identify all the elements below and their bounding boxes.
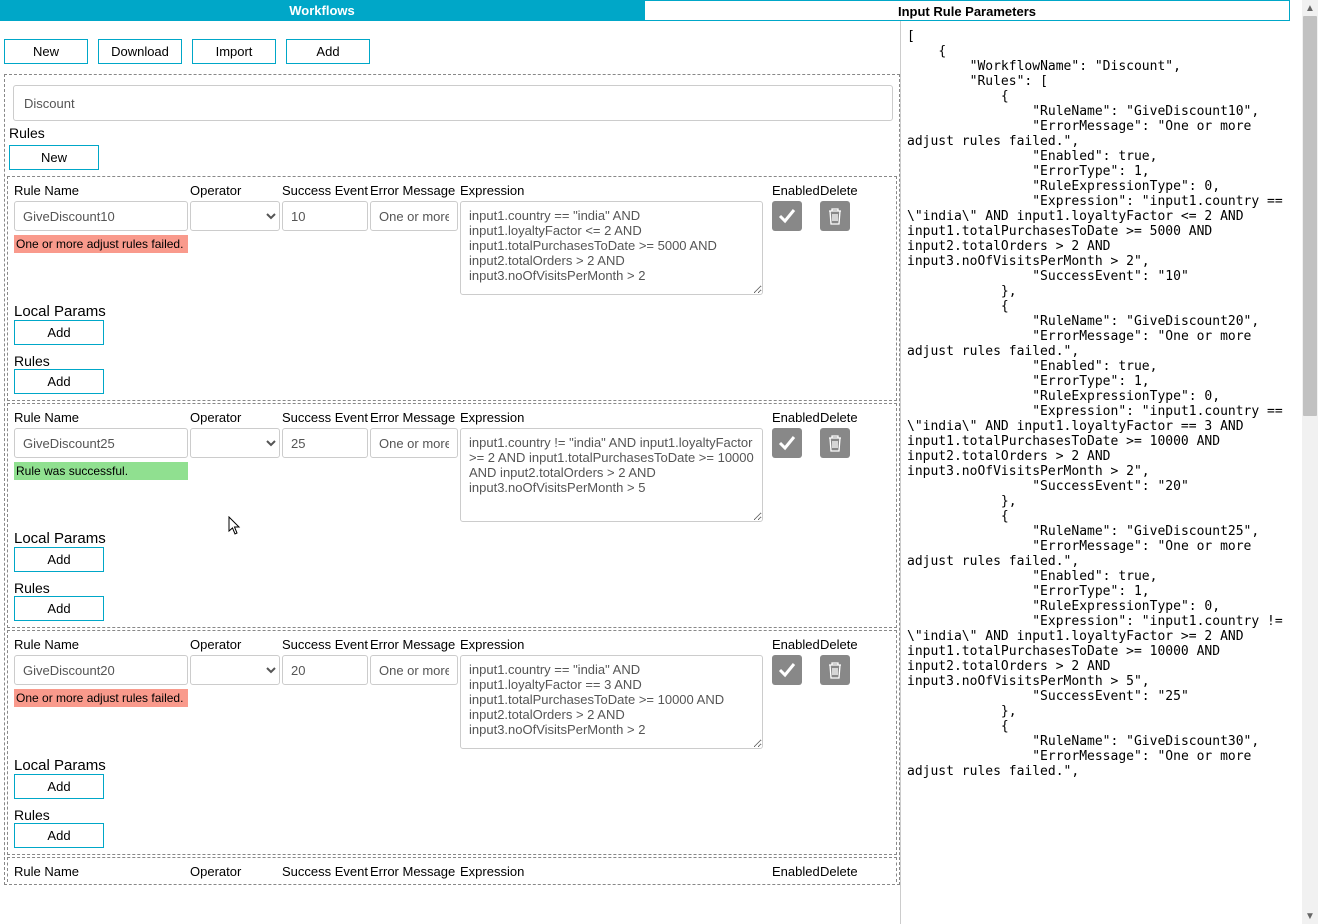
local-params-add-button[interactable]: Add	[14, 547, 104, 572]
col-enabled: Enabled	[772, 635, 818, 655]
col-expression: Expression	[460, 408, 770, 428]
col-successevent: Success Event	[282, 181, 368, 201]
local-params-add-button[interactable]: Add	[14, 774, 104, 799]
error-message-input[interactable]	[370, 655, 458, 685]
operator-select[interactable]	[190, 655, 280, 685]
expression-textarea[interactable]	[460, 201, 763, 295]
col-errormessage: Error Message	[370, 862, 458, 882]
new-button[interactable]: New	[4, 39, 88, 64]
rule-name-input[interactable]	[14, 201, 188, 231]
col-delete: Delete	[820, 635, 860, 655]
col-operator: Operator	[190, 862, 280, 882]
local-params-label: Local Params	[14, 303, 890, 320]
success-event-input[interactable]	[282, 201, 368, 231]
scrollbar-thumb[interactable]	[1303, 16, 1317, 416]
enabled-toggle[interactable]	[772, 201, 802, 231]
col-enabled: Enabled	[772, 862, 818, 882]
col-operator: Operator	[190, 408, 280, 428]
col-successevent: Success Event	[282, 635, 368, 655]
col-rulename: Rule Name	[14, 181, 188, 201]
local-params-label: Local Params	[14, 757, 890, 774]
check-icon	[777, 660, 797, 680]
scroll-down-icon[interactable]: ▼	[1302, 908, 1318, 924]
rule-block: Rule Name One or more adjust rules faile…	[7, 176, 897, 401]
col-operator: Operator	[190, 181, 280, 201]
col-delete: Delete	[820, 408, 860, 428]
col-rulename: Rule Name	[14, 408, 188, 428]
enabled-toggle[interactable]	[772, 428, 802, 458]
delete-button[interactable]	[820, 428, 850, 458]
col-expression: Expression	[460, 181, 770, 201]
trash-icon	[827, 207, 843, 225]
nested-rules-add-button[interactable]: Add	[14, 596, 104, 621]
tab-bar: Workflows Input Rule Parameters	[0, 0, 1290, 21]
toolbar: New Download Import Add	[0, 21, 900, 74]
nested-rules-label: Rules	[14, 353, 890, 369]
expression-textarea[interactable]	[460, 655, 763, 749]
rules-label: Rules	[9, 125, 897, 141]
rule-name-input[interactable]	[14, 428, 188, 458]
workflow-name-input[interactable]	[13, 85, 893, 121]
rule-status: Rule was successful.	[14, 462, 188, 480]
local-params-add-button[interactable]: Add	[14, 320, 104, 345]
col-operator: Operator	[190, 635, 280, 655]
col-errormessage: Error Message	[370, 408, 458, 428]
col-successevent: Success Event	[282, 862, 368, 882]
left-panel: New Download Import Add Rules New Rule N…	[0, 21, 900, 924]
nested-rules-add-button[interactable]: Add	[14, 823, 104, 848]
col-expression: Expression	[460, 635, 770, 655]
workflow-panel: Rules New Rule Name One or more adjust r…	[4, 74, 900, 885]
json-panel: [ { "WorkflowName": "Discount", "Rules":…	[900, 21, 1290, 924]
col-rulename: Rule Name	[14, 635, 188, 655]
rule-status: One or more adjust rules failed.	[14, 689, 188, 707]
rule-block: Rule Name Operator Success Event Error M…	[7, 857, 897, 882]
check-icon	[777, 433, 797, 453]
rule-status: One or more adjust rules failed.	[14, 235, 188, 253]
json-text: [ { "WorkflowName": "Discount", "Rules":…	[907, 29, 1290, 779]
col-errormessage: Error Message	[370, 635, 458, 655]
enabled-toggle[interactable]	[772, 655, 802, 685]
rules-new-button[interactable]: New	[9, 145, 99, 170]
delete-button[interactable]	[820, 655, 850, 685]
col-enabled: Enabled	[772, 181, 818, 201]
col-delete: Delete	[820, 862, 860, 882]
delete-button[interactable]	[820, 201, 850, 231]
operator-select[interactable]	[190, 201, 280, 231]
success-event-input[interactable]	[282, 428, 368, 458]
col-enabled: Enabled	[772, 408, 818, 428]
error-message-input[interactable]	[370, 428, 458, 458]
add-button[interactable]: Add	[286, 39, 370, 64]
nested-rules-add-button[interactable]: Add	[14, 369, 104, 394]
col-rulename: Rule Name	[14, 862, 188, 882]
col-expression: Expression	[460, 862, 770, 882]
rule-name-input[interactable]	[14, 655, 188, 685]
col-delete: Delete	[820, 181, 860, 201]
expression-textarea[interactable]	[460, 428, 763, 522]
check-icon	[777, 206, 797, 226]
nested-rules-label: Rules	[14, 580, 890, 596]
col-successevent: Success Event	[282, 408, 368, 428]
import-button[interactable]: Import	[192, 39, 276, 64]
tab-input-rule-parameters[interactable]: Input Rule Parameters	[644, 0, 1290, 21]
nested-rules-label: Rules	[14, 807, 890, 823]
success-event-input[interactable]	[282, 655, 368, 685]
rule-block: Rule Name Rule was successful. Operator …	[7, 403, 897, 628]
rule-block: Rule Name One or more adjust rules faile…	[7, 630, 897, 855]
col-errormessage: Error Message	[370, 181, 458, 201]
download-button[interactable]: Download	[98, 39, 182, 64]
scroll-up-icon[interactable]: ▲	[1302, 0, 1318, 16]
tab-workflows[interactable]: Workflows	[0, 0, 644, 21]
trash-icon	[827, 434, 843, 452]
trash-icon	[827, 661, 843, 679]
vertical-scrollbar[interactable]: ▲ ▼	[1302, 0, 1318, 924]
error-message-input[interactable]	[370, 201, 458, 231]
local-params-label: Local Params	[14, 530, 890, 547]
operator-select[interactable]	[190, 428, 280, 458]
